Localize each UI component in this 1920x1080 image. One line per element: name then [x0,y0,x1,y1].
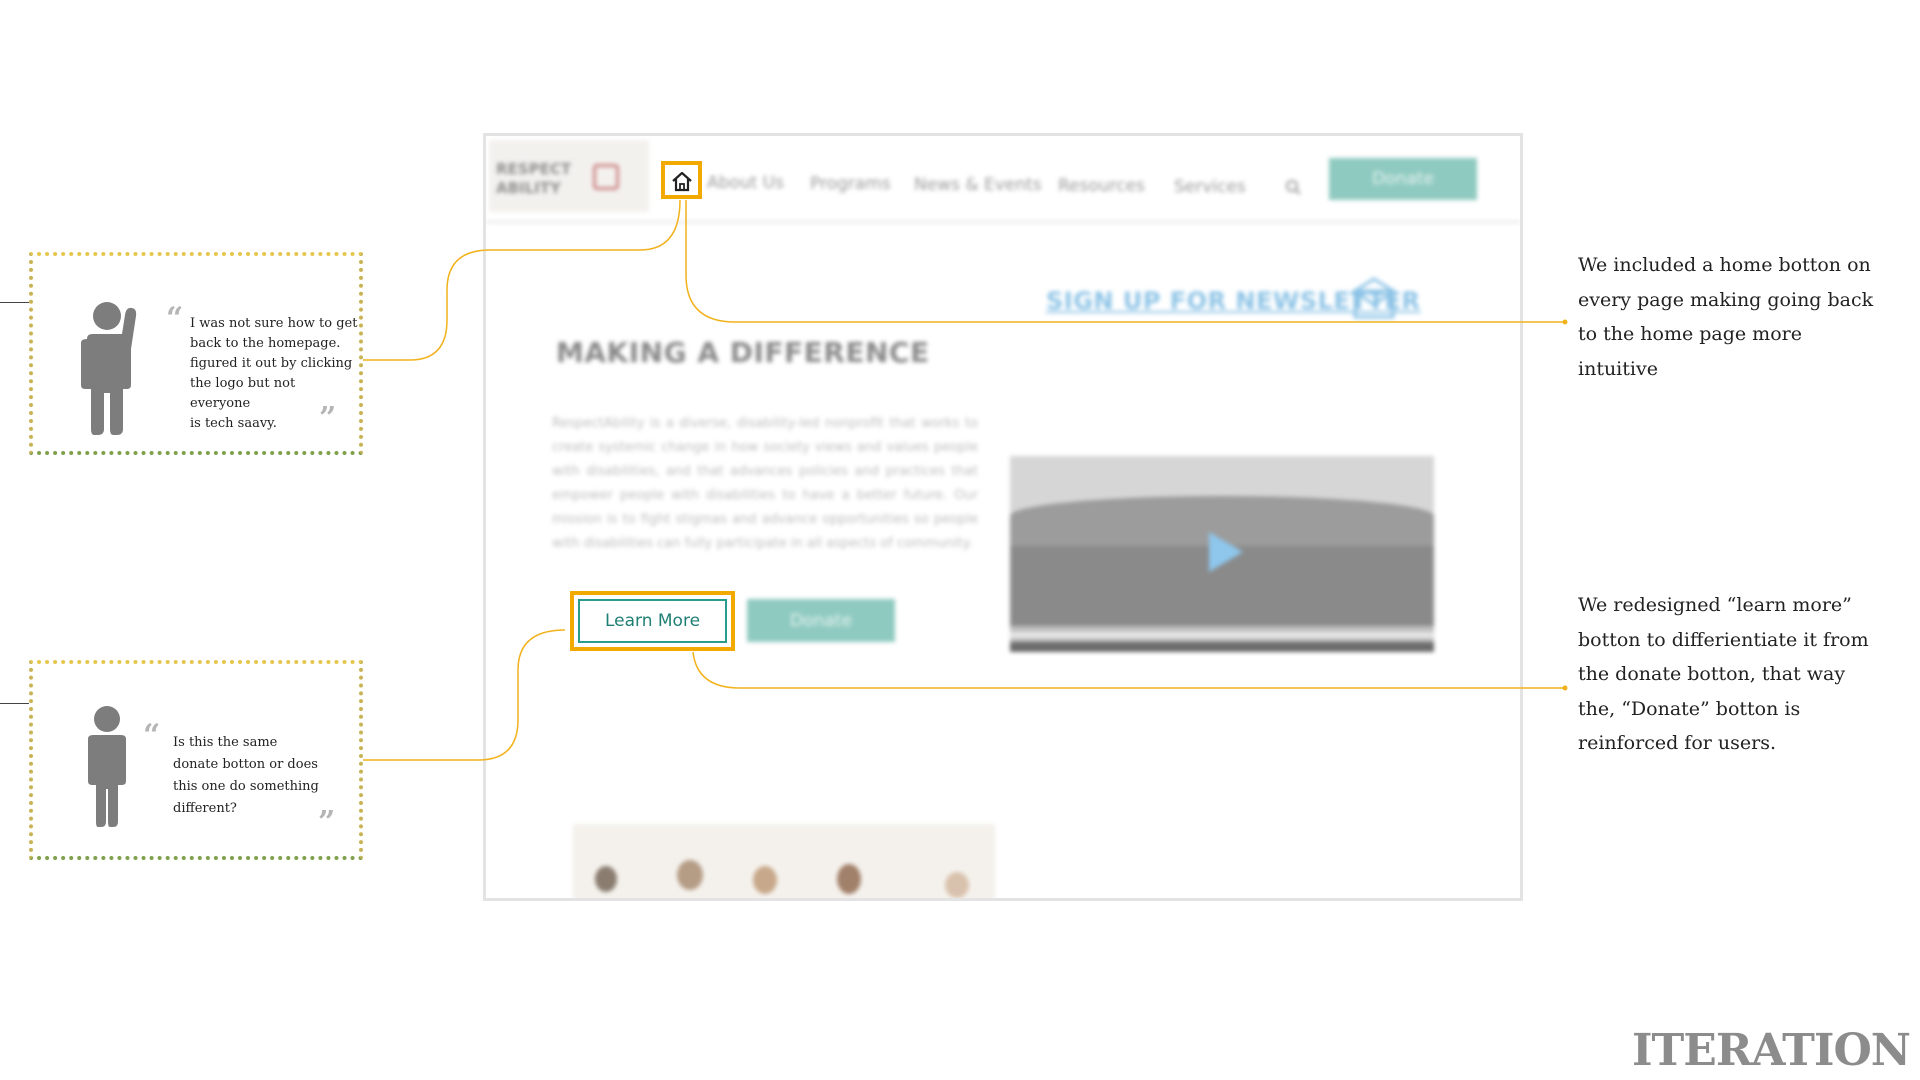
annotation-line: botton to differientiate it from [1578,628,1869,651]
annotation-line: We redesigned “learn more” [1578,594,1852,616]
annotation-line: every page making going back [1578,288,1874,311]
connector-endpoint [1562,319,1568,325]
connector-endpoint [1562,685,1568,691]
annotation-line: to the home page more [1578,323,1802,345]
annotation-home-button: We included a home botton on every page … [1578,248,1873,386]
annotation-line: We included a home botton on [1578,254,1871,276]
connector-lines [363,199,1568,761]
connector-home-to-annotation1 [685,200,1565,323]
connector-quote2-to-learnmore [363,629,566,761]
connector-quote1-to-home [363,199,681,361]
annotation-line: the donate botton, that way [1578,663,1846,685]
annotation-learn-more: We redesigned “learn more” botton to dif… [1578,588,1869,761]
connector-learnmore-to-annotation2 [692,651,1565,689]
annotation-line: intuitive [1578,357,1658,380]
annotation-line: the, “Donate” botton is [1578,697,1801,720]
page-title: ITERATION [1631,1025,1911,1076]
annotation-line: reinforced for users. [1578,732,1776,754]
